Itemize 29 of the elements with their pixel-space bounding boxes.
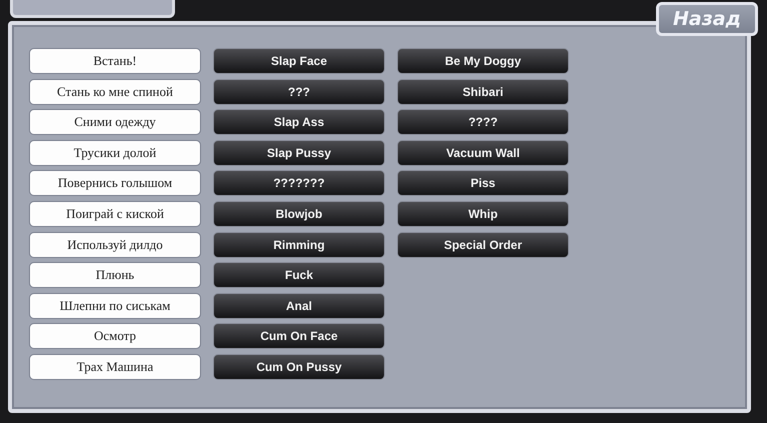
action-button[interactable]: Slap Face	[213, 48, 385, 74]
action-button[interactable]: ????	[397, 109, 569, 136]
command-button[interactable]: Сними одежду	[29, 109, 201, 136]
action-button[interactable]: Slap Ass	[213, 109, 385, 136]
command-button[interactable]: Шлепни по сиськам	[29, 292, 201, 319]
action-button[interactable]: Be My Doggy	[397, 48, 569, 74]
action-button[interactable]: Cum On Face	[213, 323, 385, 350]
command-button[interactable]: Повернись голышом	[29, 170, 201, 196]
action-button[interactable]: Shibari	[397, 78, 569, 105]
action-button[interactable]: Special Order	[397, 232, 569, 258]
command-button[interactable]: Стань ко мне спиной	[29, 78, 201, 105]
action-button[interactable]: Anal	[213, 292, 385, 319]
action-button[interactable]: Slap Pussy	[213, 140, 385, 166]
action-button[interactable]: ???	[213, 78, 385, 105]
command-button[interactable]: Осмотр	[29, 323, 201, 350]
command-button[interactable]: Трусики долой	[29, 140, 201, 166]
command-button[interactable]: Встань!	[29, 48, 201, 74]
action-button[interactable]: Cum On Pussy	[213, 354, 385, 380]
command-button[interactable]: Используй дилдо	[29, 232, 201, 258]
command-button[interactable]: Поиграй с киской	[29, 200, 201, 227]
action-button[interactable]: Blowjob	[213, 200, 385, 227]
action-button[interactable]: Piss	[397, 170, 569, 196]
action-button[interactable]: ???????	[213, 170, 385, 196]
action-button[interactable]: Whip	[397, 200, 569, 227]
command-button[interactable]: Плюнь	[29, 262, 201, 288]
action-button[interactable]: Rimming	[213, 232, 385, 258]
action-button[interactable]: Vacuum Wall	[397, 140, 569, 166]
action-button[interactable]: Fuck	[213, 262, 385, 288]
command-button[interactable]: Трах Машина	[29, 354, 201, 380]
